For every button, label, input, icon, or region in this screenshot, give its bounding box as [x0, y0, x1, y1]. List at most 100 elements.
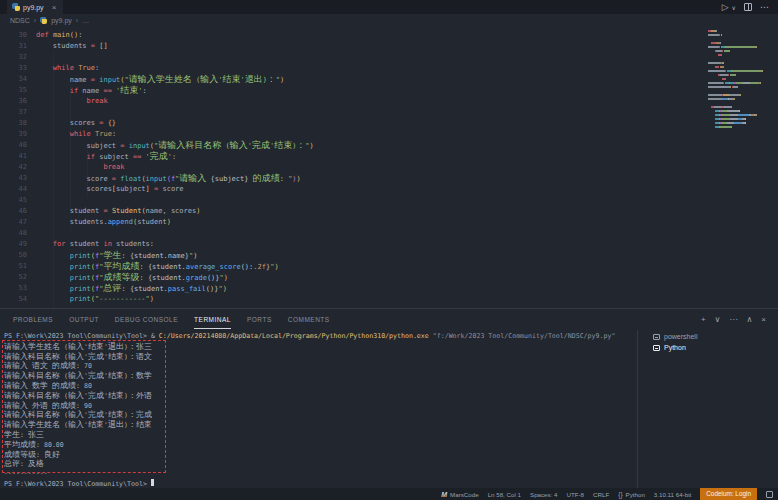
- minimap[interactable]: [708, 30, 762, 130]
- code-line: 50 print(f"学生: {student.name}"): [0, 250, 778, 261]
- bottom-panel: PROBLEMS OUTPUT DEBUG CONSOLE TERMINAL PORTS…: [0, 308, 778, 488]
- code-line: 37: [0, 107, 778, 118]
- code-line: 52 print(f"成绩等级: {student.grade()}"): [0, 272, 778, 283]
- line-number: 47: [0, 217, 27, 228]
- line-number: 53: [0, 283, 27, 294]
- encoding-status[interactable]: UTF-8: [567, 491, 585, 498]
- terminal-dropdown-icon[interactable]: ∨: [715, 315, 721, 324]
- line-number: 39: [0, 129, 27, 140]
- panel-tab-comments[interactable]: COMMENTS: [288, 309, 330, 329]
- terminal-list-item-python[interactable]: Python: [645, 342, 778, 353]
- terminal-list: powershellPython: [645, 331, 778, 353]
- tab-title: py9.py: [23, 4, 44, 11]
- code-line: 43 score = float(input(f"请输入 {subject} 的…: [0, 173, 778, 184]
- code-line: 49 for student in students:: [0, 239, 778, 250]
- more-actions-icon[interactable]: ⋯: [760, 2, 769, 12]
- panel-tab-problems[interactable]: PROBLEMS: [13, 309, 53, 329]
- tab-bar: py9.py × ▷ ∨ ⋯: [0, 0, 778, 14]
- code-line: 54 print("-----------"): [0, 294, 778, 305]
- terminal-list-item-powershell[interactable]: powershell: [645, 331, 778, 342]
- line-number: 50: [0, 250, 27, 261]
- line-number: 49: [0, 239, 27, 250]
- status-bar: MMarsCode Ln 58, Col 1 Spaces: 4 UTF-8 CRLF {…: [0, 488, 778, 500]
- run-dropdown-icon[interactable]: ∨: [732, 4, 736, 11]
- run-icon: ▷: [722, 2, 729, 12]
- panel-tab-ports[interactable]: PORTS: [247, 309, 272, 329]
- panel-divider: [637, 330, 638, 488]
- annotation-box: [2, 340, 166, 473]
- line-number: 54: [0, 294, 27, 305]
- line-number: 51: [0, 261, 27, 272]
- line-number: 33: [0, 63, 27, 74]
- breadcrumb-item[interactable]: …: [82, 17, 89, 24]
- terminal-icon: [653, 345, 660, 351]
- line-number: 42: [0, 162, 27, 173]
- code-line: 40 subject = input("请输入科目名称 (输入'完成'结束)："…: [0, 140, 778, 151]
- code-line: 35 if name == '结束':: [0, 85, 778, 96]
- code-line: 33 while True:: [0, 63, 778, 74]
- code-line: 41 if subject == '完成':: [0, 151, 778, 162]
- line-number: 44: [0, 184, 27, 195]
- code-line: 51 print(f"平均成绩: {student.average_score(…: [0, 261, 778, 272]
- python-file-icon: [12, 3, 20, 11]
- line-number: 40: [0, 140, 27, 151]
- code-line: 42 break: [0, 162, 778, 173]
- cursor-position-status[interactable]: Ln 58, Col 1: [488, 491, 521, 498]
- code-line: 39 while True:: [0, 129, 778, 140]
- code-line: 48: [0, 228, 778, 239]
- code-line: 47 students.append(student): [0, 217, 778, 228]
- code-editor[interactable]: 30def main():31 students = []3233 while …: [0, 27, 778, 308]
- indentation-status[interactable]: Spaces: 4: [530, 491, 558, 498]
- line-number: 34: [0, 74, 27, 85]
- close-panel-icon[interactable]: ×: [761, 315, 766, 324]
- marscode-icon: M: [441, 491, 447, 498]
- code-line: 44 scores[subject] = score: [0, 184, 778, 195]
- codeium-login-button[interactable]: Codeium: Login: [700, 488, 757, 500]
- language-mode-status[interactable]: {}Python: [618, 491, 645, 498]
- panel-tab-debug-console[interactable]: DEBUG CONSOLE: [115, 309, 178, 329]
- panel-tab-output[interactable]: OUTPUT: [69, 309, 99, 329]
- line-number: 36: [0, 96, 27, 107]
- language-icon: {}: [618, 491, 622, 498]
- eol-status[interactable]: CRLF: [593, 491, 609, 498]
- line-number: 45: [0, 195, 27, 206]
- breadcrumb-item[interactable]: NDSC: [10, 17, 30, 24]
- breadcrumb-separator: ›: [76, 17, 78, 24]
- line-number: 41: [0, 151, 27, 162]
- line-number: 30: [0, 30, 27, 41]
- breadcrumb-separator: ›: [34, 17, 36, 24]
- tab-py9[interactable]: py9.py ×: [7, 0, 63, 14]
- breadcrumb-item[interactable]: py9.py: [51, 17, 72, 24]
- panel-body: PS F:\Work\2023 Tool\Community\Tool> & C…: [0, 330, 778, 488]
- vscode-window: py9.py × ▷ ∨ ⋯ NDSC › py9.py › … 30def main(…: [0, 0, 778, 500]
- line-number: 32: [0, 52, 27, 63]
- run-button[interactable]: ▷ ∨: [722, 2, 736, 12]
- panel-header: PROBLEMS OUTPUT DEBUG CONSOLE TERMINAL PORTS…: [0, 309, 778, 329]
- new-terminal-icon[interactable]: +: [701, 315, 706, 324]
- line-number: 37: [0, 107, 27, 118]
- code-line: 46 student = Student(name, scores): [0, 206, 778, 217]
- maximize-panel-icon[interactable]: ∧: [746, 315, 752, 324]
- code-line: 53 print(f"总评: {student.pass_fail()}"): [0, 283, 778, 294]
- code-line: 38 scores = {}: [0, 118, 778, 129]
- line-number: 35: [0, 85, 27, 96]
- breadcrumb: NDSC › py9.py › …: [0, 14, 778, 27]
- line-number: 48: [0, 228, 27, 239]
- line-number: 43: [0, 173, 27, 184]
- line-number: 31: [0, 41, 27, 52]
- terminal-cursor: [151, 479, 155, 487]
- code-line: 32: [0, 52, 778, 63]
- marscode-status[interactable]: MMarsCode: [441, 491, 478, 498]
- line-number: 46: [0, 206, 27, 217]
- python-file-icon: [40, 17, 47, 24]
- more-icon[interactable]: ⋯: [729, 315, 737, 324]
- code-line: 45: [0, 195, 778, 206]
- tab-close-icon[interactable]: ×: [52, 3, 57, 12]
- split-editor-icon[interactable]: [744, 3, 752, 11]
- code-line: 36 break: [0, 96, 778, 107]
- python-version-status[interactable]: 3.10.11 64-bit: [654, 491, 691, 498]
- line-number: 52: [0, 272, 27, 283]
- code-line: 34 name = input("请输入学生姓名 (输入'结束'退出)："): [0, 74, 778, 85]
- panel-tab-terminal[interactable]: TERMINAL: [194, 309, 231, 329]
- feedback-icon[interactable]: [766, 491, 773, 498]
